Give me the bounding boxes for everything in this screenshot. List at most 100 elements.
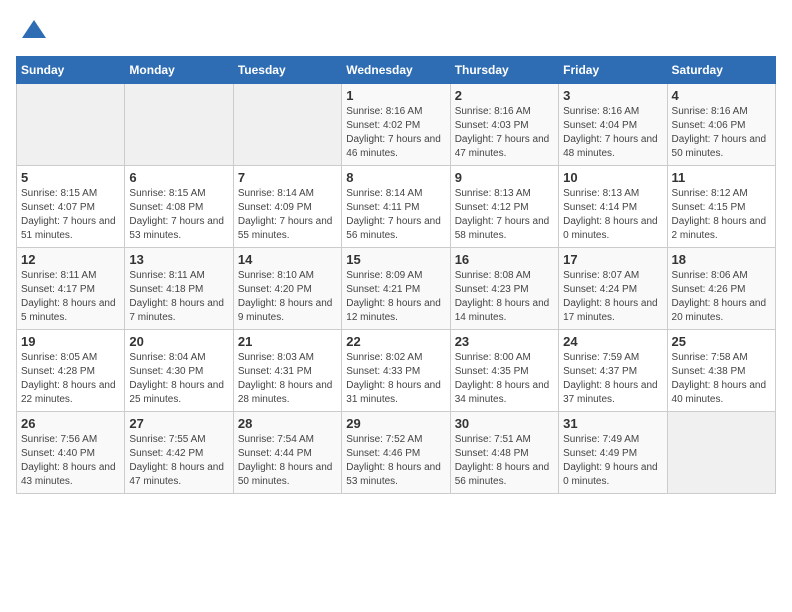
day-info: Sunrise: 8:16 AM Sunset: 4:03 PM Dayligh…	[455, 105, 554, 161]
calendar-cell: 26 Sunrise: 7:56 AM Sunset: 4:40 PM Dayli…	[17, 412, 125, 494]
day-info: Sunrise: 8:13 AM Sunset: 4:12 PM Dayligh…	[455, 187, 554, 243]
logo-icon	[20, 16, 48, 44]
day-number: 9	[455, 170, 554, 185]
calendar-cell: 30Sunrise: 7:51 AM Sunset: 4:48 PM Dayli…	[450, 412, 558, 494]
day-info: Sunrise: 8:11 AM Sunset: 4:17 PM Dayligh…	[21, 269, 120, 325]
day-info: Sunrise: 8:09 AM Sunset: 4:21 PM Dayligh…	[346, 269, 445, 325]
day-info: Sunrise: 8:15 AM Sunset: 4:07 PM Dayligh…	[21, 187, 120, 243]
calendar-cell: 14 Sunrise: 8:10 AM Sunset: 4:20 PM Dayli…	[233, 248, 341, 330]
calendar-week-row: 19 Sunrise: 8:05 AM Sunset: 4:28 PM Dayli…	[17, 330, 776, 412]
day-of-week-header: Wednesday	[342, 57, 450, 84]
day-number: 19	[21, 334, 120, 349]
logo	[16, 16, 48, 44]
calendar-cell: 22 Sunrise: 8:02 AM Sunset: 4:33 PM Dayli…	[342, 330, 450, 412]
day-info: Sunrise: 7:58 AM Sunset: 4:38 PM Dayligh…	[672, 351, 771, 407]
day-number: 31	[563, 416, 662, 431]
calendar-cell: 16 Sunrise: 8:08 AM Sunset: 4:23 PM Dayli…	[450, 248, 558, 330]
day-number: 7	[238, 170, 337, 185]
calendar-cell: 18 Sunrise: 8:06 AM Sunset: 4:26 PM Dayli…	[667, 248, 775, 330]
day-number: 14	[238, 252, 337, 267]
calendar-cell: 9 Sunrise: 8:13 AM Sunset: 4:12 PM Daylig…	[450, 166, 558, 248]
day-number: 24	[563, 334, 662, 349]
calendar-cell: 5 Sunrise: 8:15 AM Sunset: 4:07 PM Daylig…	[17, 166, 125, 248]
calendar-cell	[125, 84, 233, 166]
calendar-cell: 15 Sunrise: 8:09 AM Sunset: 4:21 PM Dayli…	[342, 248, 450, 330]
calendar-cell: 23 Sunrise: 8:00 AM Sunset: 4:35 PM Dayli…	[450, 330, 558, 412]
day-number: 26	[21, 416, 120, 431]
day-number: 21	[238, 334, 337, 349]
day-info: Sunrise: 8:13 AM Sunset: 4:14 PM Dayligh…	[563, 187, 662, 243]
calendar-cell	[667, 412, 775, 494]
day-info: Sunrise: 8:12 AM Sunset: 4:15 PM Dayligh…	[672, 187, 771, 243]
calendar-cell: 13 Sunrise: 8:11 AM Sunset: 4:18 PM Dayli…	[125, 248, 233, 330]
day-number: 23	[455, 334, 554, 349]
calendar-week-row: 26 Sunrise: 7:56 AM Sunset: 4:40 PM Dayli…	[17, 412, 776, 494]
day-number: 16	[455, 252, 554, 267]
day-info: Sunrise: 7:59 AM Sunset: 4:37 PM Dayligh…	[563, 351, 662, 407]
day-info: Sunrise: 7:56 AM Sunset: 4:40 PM Dayligh…	[21, 433, 120, 489]
calendar-cell: 2 Sunrise: 8:16 AM Sunset: 4:03 PM Daylig…	[450, 84, 558, 166]
day-info: Sunrise: 8:16 AM Sunset: 4:04 PM Dayligh…	[563, 105, 662, 161]
day-info: Sunrise: 8:14 AM Sunset: 4:09 PM Dayligh…	[238, 187, 337, 243]
day-of-week-header: Thursday	[450, 57, 558, 84]
day-info: Sunrise: 7:54 AM Sunset: 4:44 PM Dayligh…	[238, 433, 337, 489]
calendar-week-row: 12 Sunrise: 8:11 AM Sunset: 4:17 PM Dayli…	[17, 248, 776, 330]
calendar-cell: 17Sunrise: 8:07 AM Sunset: 4:24 PM Dayli…	[559, 248, 667, 330]
day-number: 5	[21, 170, 120, 185]
day-info: Sunrise: 7:49 AM Sunset: 4:49 PM Dayligh…	[563, 433, 662, 489]
day-number: 3	[563, 88, 662, 103]
day-info: Sunrise: 8:08 AM Sunset: 4:23 PM Dayligh…	[455, 269, 554, 325]
day-number: 4	[672, 88, 771, 103]
calendar-cell: 10 Sunrise: 8:13 AM Sunset: 4:14 PM Dayli…	[559, 166, 667, 248]
day-info: Sunrise: 8:02 AM Sunset: 4:33 PM Dayligh…	[346, 351, 445, 407]
day-info: Sunrise: 7:52 AM Sunset: 4:46 PM Dayligh…	[346, 433, 445, 489]
day-info: Sunrise: 8:04 AM Sunset: 4:30 PM Dayligh…	[129, 351, 228, 407]
calendar-cell: 29Sunrise: 7:52 AM Sunset: 4:46 PM Dayli…	[342, 412, 450, 494]
day-info: Sunrise: 7:55 AM Sunset: 4:42 PM Dayligh…	[129, 433, 228, 489]
calendar-cell	[233, 84, 341, 166]
day-number: 20	[129, 334, 228, 349]
calendar-week-row: 5 Sunrise: 8:15 AM Sunset: 4:07 PM Daylig…	[17, 166, 776, 248]
calendar-cell: 31 Sunrise: 7:49 AM Sunset: 4:49 PM Dayli…	[559, 412, 667, 494]
page-header	[16, 16, 776, 44]
day-number: 8	[346, 170, 445, 185]
calendar-cell: 24 Sunrise: 7:59 AM Sunset: 4:37 PM Dayli…	[559, 330, 667, 412]
day-number: 18	[672, 252, 771, 267]
day-info: Sunrise: 8:10 AM Sunset: 4:20 PM Dayligh…	[238, 269, 337, 325]
calendar-week-row: 1Sunrise: 8:16 AM Sunset: 4:02 PM Daylig…	[17, 84, 776, 166]
calendar-cell: 3 Sunrise: 8:16 AM Sunset: 4:04 PM Daylig…	[559, 84, 667, 166]
day-of-week-header: Saturday	[667, 57, 775, 84]
day-info: Sunrise: 8:11 AM Sunset: 4:18 PM Dayligh…	[129, 269, 228, 325]
calendar-cell: 28 Sunrise: 7:54 AM Sunset: 4:44 PM Dayli…	[233, 412, 341, 494]
calendar-cell: 21 Sunrise: 8:03 AM Sunset: 4:31 PM Dayli…	[233, 330, 341, 412]
day-info: Sunrise: 8:16 AM Sunset: 4:06 PM Dayligh…	[672, 105, 771, 161]
day-number: 10	[563, 170, 662, 185]
day-of-week-header: Friday	[559, 57, 667, 84]
calendar-cell: 8Sunrise: 8:14 AM Sunset: 4:11 PM Daylig…	[342, 166, 450, 248]
calendar-cell: 19 Sunrise: 8:05 AM Sunset: 4:28 PM Dayli…	[17, 330, 125, 412]
calendar-cell	[17, 84, 125, 166]
day-number: 15	[346, 252, 445, 267]
day-info: Sunrise: 8:03 AM Sunset: 4:31 PM Dayligh…	[238, 351, 337, 407]
day-number: 28	[238, 416, 337, 431]
day-info: Sunrise: 8:06 AM Sunset: 4:26 PM Dayligh…	[672, 269, 771, 325]
day-number: 12	[21, 252, 120, 267]
calendar-cell: 12 Sunrise: 8:11 AM Sunset: 4:17 PM Dayli…	[17, 248, 125, 330]
calendar-cell: 7 Sunrise: 8:14 AM Sunset: 4:09 PM Daylig…	[233, 166, 341, 248]
calendar-cell: 4 Sunrise: 8:16 AM Sunset: 4:06 PM Daylig…	[667, 84, 775, 166]
calendar-cell: 6Sunrise: 8:15 AM Sunset: 4:08 PM Daylig…	[125, 166, 233, 248]
day-info: Sunrise: 8:05 AM Sunset: 4:28 PM Dayligh…	[21, 351, 120, 407]
day-of-week-header: Tuesday	[233, 57, 341, 84]
day-info: Sunrise: 8:00 AM Sunset: 4:35 PM Dayligh…	[455, 351, 554, 407]
day-number: 13	[129, 252, 228, 267]
calendar-cell: 25 Sunrise: 7:58 AM Sunset: 4:38 PM Dayli…	[667, 330, 775, 412]
day-number: 6	[129, 170, 228, 185]
day-number: 1	[346, 88, 445, 103]
day-info: Sunrise: 8:07 AM Sunset: 4:24 PM Dayligh…	[563, 269, 662, 325]
day-number: 22	[346, 334, 445, 349]
day-number: 2	[455, 88, 554, 103]
day-number: 25	[672, 334, 771, 349]
day-number: 27	[129, 416, 228, 431]
day-of-week-header: Sunday	[17, 57, 125, 84]
calendar-cell: 1Sunrise: 8:16 AM Sunset: 4:02 PM Daylig…	[342, 84, 450, 166]
